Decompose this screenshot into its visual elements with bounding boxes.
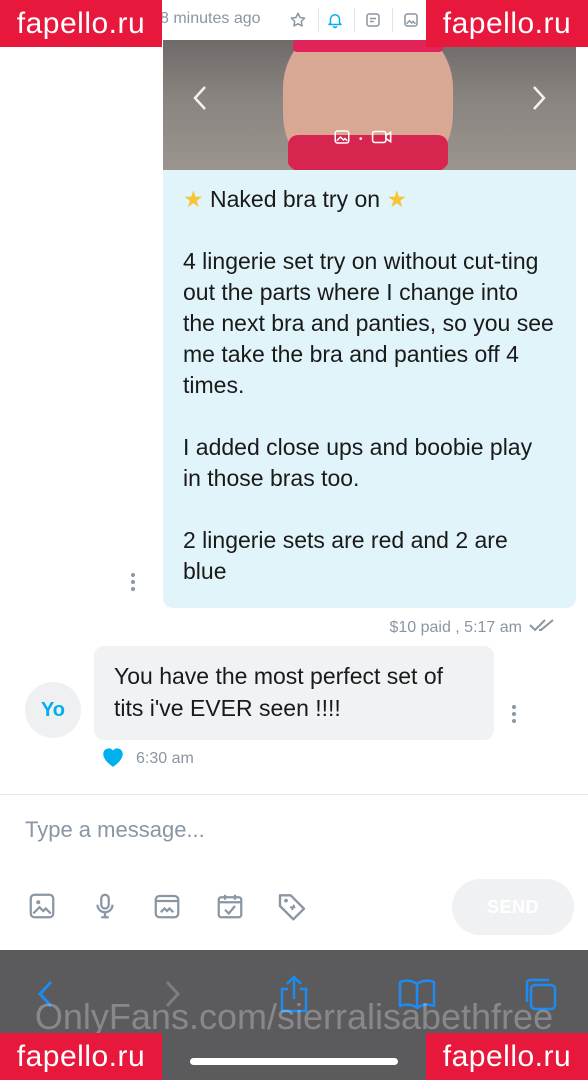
separator-dot: • xyxy=(359,134,363,145)
calendar-icon[interactable] xyxy=(212,888,248,924)
bell-icon[interactable] xyxy=(323,8,347,32)
watermark-badge: fapello.ru xyxy=(0,0,162,47)
header-divider xyxy=(354,8,355,32)
watermark-badge: fapello.ru xyxy=(426,1033,588,1080)
message-paragraph: 4 lingerie set try on without cut-ting o… xyxy=(183,248,554,398)
watermark-url: OnlyFans.com/sierralisabethfree xyxy=(34,996,554,1037)
composer-divider xyxy=(0,794,588,795)
message-title: Naked bra try on xyxy=(210,186,381,212)
payment-status-time: $10 paid , 5:17 am xyxy=(389,618,522,636)
outgoing-message-meta: $10 paid , 5:17 am xyxy=(389,617,558,638)
message-timestamp: 8 minutes ago xyxy=(160,10,261,27)
message-input[interactable] xyxy=(0,800,588,860)
vault-icon[interactable] xyxy=(149,888,185,924)
star-icon[interactable] xyxy=(286,8,310,32)
send-button[interactable]: SEND xyxy=(452,879,574,935)
heart-icon[interactable] xyxy=(100,744,126,773)
incoming-message-text: You have the most perfect set of tits i'… xyxy=(114,663,444,721)
home-indicator[interactable] xyxy=(190,1058,398,1065)
message-paragraph: 2 lingerie sets are red and 2 are blue xyxy=(183,527,508,584)
avatar[interactable]: Yo xyxy=(25,682,81,738)
double-check-icon xyxy=(528,617,558,638)
watermark-badge: fapello.ru xyxy=(0,1033,162,1080)
microphone-icon[interactable] xyxy=(87,888,123,924)
incoming-message-meta: 6:30 am xyxy=(100,744,194,773)
outgoing-message-bubble: ★ Naked bra try on ★ 4 lingerie set try … xyxy=(163,170,576,608)
chevron-right-icon[interactable] xyxy=(530,84,548,119)
message-options-icon[interactable] xyxy=(511,705,517,723)
incoming-message-time: 6:30 am xyxy=(136,749,194,767)
media-preview[interactable]: • xyxy=(163,40,576,170)
photo-icon xyxy=(333,128,351,151)
incoming-message-bubble: You have the most perfect set of tits i'… xyxy=(94,646,494,740)
star-emoji-icon: ★ xyxy=(386,186,408,212)
star-emoji-icon: ★ xyxy=(183,186,204,212)
price-tag-icon[interactable] xyxy=(274,888,310,924)
message-paragraph: I added close ups and boobie play in tho… xyxy=(183,434,533,491)
media-thumbnail-detail xyxy=(293,40,443,52)
image-icon[interactable] xyxy=(24,888,60,924)
header-divider xyxy=(318,8,319,32)
media-type-indicators: • xyxy=(333,128,393,151)
watermark-badge: fapello.ru xyxy=(426,0,588,47)
video-icon xyxy=(371,128,393,151)
header-divider xyxy=(392,8,393,32)
message-options-icon[interactable] xyxy=(130,573,136,591)
image-icon[interactable] xyxy=(399,8,423,32)
chevron-left-icon[interactable] xyxy=(191,84,209,119)
note-icon[interactable] xyxy=(361,8,385,32)
message-title-line: ★ Naked bra try on ★ xyxy=(183,184,556,215)
